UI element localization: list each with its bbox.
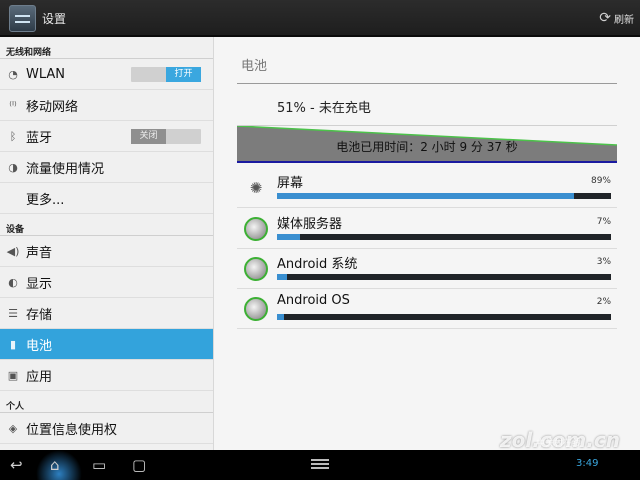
android-system-icon (244, 257, 268, 281)
watermark-caption: 中关村在线 (536, 439, 582, 449)
usage-percent: 2% (596, 297, 611, 307)
storage-icon: ☰ (8, 306, 18, 320)
sidebar-item-display[interactable]: ◐ 显示 (0, 267, 213, 298)
usage-bar (277, 234, 611, 240)
battery-status: 51% - 未在充电 (277, 101, 371, 116)
battery-elapsed-time: 电池已用时间：2 小时 9 分 37 秒 (336, 140, 518, 154)
sidebar-item-label: WLAN (26, 66, 66, 82)
android-system-icon (244, 297, 268, 321)
sidebar-item-mobile-network[interactable]: ⁽ᴵ⁾ 移动网络 (0, 90, 213, 121)
bluetooth-icon: ᛒ (9, 129, 17, 143)
battery-history-graph[interactable]: 电池已用时间：2 小时 9 分 37 秒 (237, 126, 617, 163)
screenshot-button[interactable]: ▢ (132, 456, 146, 474)
usage-percent: 89% (590, 176, 611, 186)
sidebar-item-data-usage[interactable]: ◑ 流量使用情况 (0, 152, 213, 183)
sidebar-item-wlan[interactable]: ◔ WLAN 打开 (0, 59, 213, 90)
refresh-button[interactable]: ⟳ 刷新 (599, 10, 634, 26)
location-icon: ◈ (8, 421, 18, 435)
sidebar-item-label: 应用 (26, 369, 53, 385)
refresh-icon: ⟳ (599, 10, 611, 26)
battery-panel: 电池 51% - 未在充电 电池已用时间：2 小时 9 分 37 秒 ✺ 屏幕 … (213, 37, 640, 450)
section-header-personal: 个人 (0, 391, 213, 413)
toggle-off-label: 关闭 (131, 129, 166, 144)
usage-bar (277, 193, 611, 199)
sidebar-item-label: 更多... (26, 192, 65, 208)
usage-row[interactable]: ✺ 屏幕 89% (237, 168, 617, 208)
usage-bar-fill (277, 314, 284, 320)
speaker-icon: ◀) (6, 244, 20, 258)
sidebar-item-label: 存储 (26, 307, 53, 323)
usage-row[interactable]: 媒体服务器 7% (237, 209, 617, 249)
usage-row[interactable]: Android 系统 3% (237, 249, 617, 289)
toggle-on-label: 打开 (166, 67, 201, 82)
sidebar-item-label: 位置信息使用权 (26, 422, 118, 438)
section-header-device: 设备 (0, 214, 213, 236)
usage-percent: 7% (596, 217, 611, 227)
refresh-label: 刷新 (614, 14, 634, 26)
settings-app-icon[interactable] (9, 5, 36, 32)
sidebar-item-bluetooth[interactable]: ᛒ 蓝牙 关闭 (0, 121, 213, 152)
signal-icon: ⁽ᴵ⁾ (9, 98, 17, 112)
sidebar-item-apps[interactable]: ▣ 应用 (0, 360, 213, 391)
usage-percent: 3% (596, 257, 611, 267)
usage-bar (277, 274, 611, 280)
menu-button[interactable] (311, 459, 329, 469)
brightness-icon: ◐ (8, 275, 18, 289)
usage-name: Android OS (277, 293, 350, 308)
action-bar: 设置 ⟳ 刷新 (0, 0, 640, 37)
usage-row[interactable]: Android OS 2% (237, 289, 617, 329)
home-icon: ⌂ (50, 456, 60, 474)
usage-name: 屏幕 (277, 176, 304, 191)
sidebar-item-battery[interactable]: ▮ 电池 (0, 329, 213, 360)
sidebar-item-label: 电池 (26, 338, 53, 354)
sidebar-item-location[interactable]: ◈ 位置信息使用权 (0, 413, 213, 444)
wlan-toggle[interactable]: 打开 (131, 67, 201, 82)
bluetooth-toggle[interactable]: 关闭 (131, 129, 201, 144)
usage-name: 媒体服务器 (277, 217, 343, 232)
usage-name: Android 系统 (277, 257, 358, 272)
apps-icon: ▣ (7, 368, 19, 382)
sidebar-item-label: 声音 (26, 245, 53, 261)
usage-bar (277, 314, 611, 320)
sidebar-item-more[interactable]: 更多... (0, 183, 213, 214)
section-header-wireless: 无线和网络 (0, 37, 213, 59)
status-clock: 3:49 (576, 458, 599, 469)
sidebar-item-label: 移动网络 (26, 99, 79, 115)
recent-apps-button[interactable]: ▭ (92, 456, 106, 474)
sidebar-item-label: 蓝牙 (26, 130, 53, 146)
divider (237, 83, 617, 84)
brightness-icon: ✺ (249, 179, 263, 197)
sidebar-item-sound[interactable]: ◀) 声音 (0, 236, 213, 267)
android-system-icon (244, 217, 268, 241)
sidebar-item-label: 流量使用情况 (26, 161, 105, 177)
usage-bar-fill (277, 193, 575, 199)
navigation-bar: ↩ ⌂ ▭ ▢ 3:49 (0, 450, 640, 480)
sidebar-item-storage[interactable]: ☰ 存储 (0, 298, 213, 329)
wifi-icon: ◔ (8, 67, 18, 81)
battery-icon: ▮ (9, 337, 17, 351)
page-title: 电池 (241, 59, 268, 74)
settings-sidebar: 无线和网络 ◔ WLAN 打开 ⁽ᴵ⁾ 移动网络 ᛒ 蓝牙 关闭 ◑ 流量使用情… (0, 37, 213, 450)
usage-bar-fill (277, 274, 288, 280)
usage-bar-fill (277, 234, 301, 240)
data-usage-icon: ◑ (8, 160, 18, 174)
sidebar-item-label: 显示 (26, 276, 53, 292)
back-button[interactable]: ↩ (10, 456, 23, 474)
app-title: 设置 (42, 12, 67, 26)
